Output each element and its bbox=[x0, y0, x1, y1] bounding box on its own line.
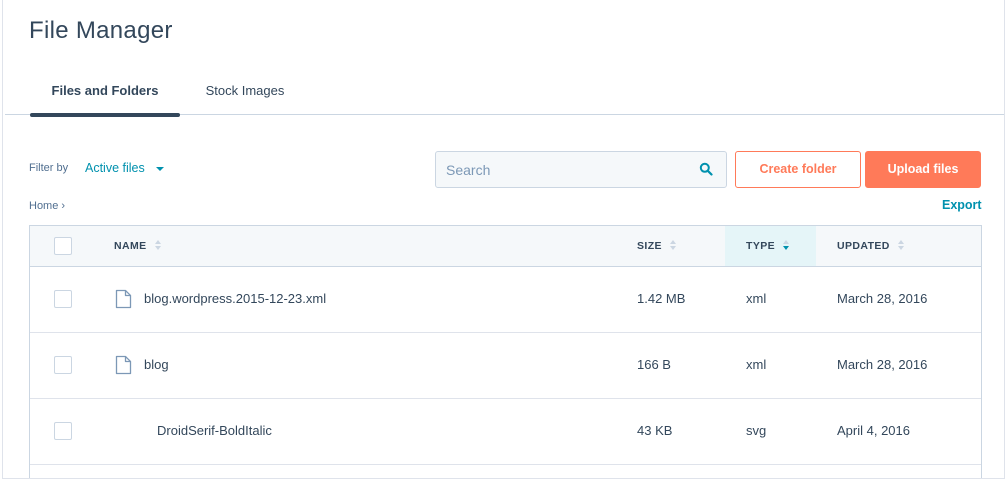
file-size: 1.42 MB bbox=[637, 291, 686, 306]
tab-stock-images[interactable]: Stock Images bbox=[195, 70, 295, 115]
file-updated: March 28, 2016 bbox=[837, 357, 928, 372]
export-link[interactable]: Export bbox=[942, 198, 982, 212]
create-folder-button[interactable]: Create folder bbox=[735, 151, 861, 188]
column-label: NAME bbox=[114, 240, 147, 252]
sort-desc-icon bbox=[783, 240, 790, 251]
file-icon bbox=[115, 289, 132, 309]
table-row[interactable]: blog 166 B xml March 28, 2016 bbox=[30, 333, 981, 399]
sort-icon bbox=[898, 240, 905, 251]
tab-bar: Files and Folders Stock Images bbox=[5, 70, 1004, 117]
files-table: NAME SIZE TYPE UPDATED blog.wordpress.20… bbox=[29, 225, 982, 478]
row-checkbox[interactable] bbox=[54, 290, 72, 308]
file-updated: April 4, 2016 bbox=[837, 423, 910, 438]
tab-files-and-folders[interactable]: Files and Folders bbox=[30, 70, 180, 117]
file-icon bbox=[115, 355, 132, 375]
filter-label: Filter by bbox=[29, 162, 69, 174]
file-type: xml bbox=[746, 357, 767, 372]
file-name[interactable]: blog.wordpress.2015-12-23.xml bbox=[144, 291, 326, 306]
file-type: xml bbox=[746, 291, 767, 306]
file-manager-window: File Manager Files and Folders Stock Ima… bbox=[2, 0, 1005, 479]
upload-files-button[interactable]: Upload files bbox=[865, 151, 981, 188]
search-input[interactable] bbox=[435, 151, 727, 188]
file-size: 166 B bbox=[637, 357, 671, 372]
sort-icon bbox=[154, 240, 161, 251]
column-header-updated[interactable]: UPDATED bbox=[837, 226, 957, 266]
filter-dropdown[interactable]: Active files bbox=[85, 161, 145, 175]
column-header-type[interactable]: TYPE bbox=[725, 226, 816, 266]
chevron-down-icon[interactable] bbox=[156, 167, 164, 171]
table-row[interactable]: DroidSerif-BoldItalic 43 KB svg April 4,… bbox=[30, 399, 981, 465]
file-updated: March 28, 2016 bbox=[837, 291, 928, 306]
select-all-checkbox[interactable] bbox=[54, 237, 72, 255]
file-name[interactable]: blog bbox=[144, 357, 169, 372]
sort-icon bbox=[670, 240, 677, 251]
page-title: File Manager bbox=[29, 17, 173, 44]
row-checkbox[interactable] bbox=[54, 422, 72, 440]
search-icon[interactable] bbox=[699, 162, 713, 176]
column-label: SIZE bbox=[637, 240, 662, 252]
file-type: svg bbox=[746, 423, 767, 438]
table-header: NAME SIZE TYPE UPDATED bbox=[30, 226, 981, 267]
column-label: TYPE bbox=[746, 240, 776, 252]
column-header-name[interactable]: NAME bbox=[114, 226, 314, 266]
column-label: UPDATED bbox=[837, 240, 890, 252]
row-checkbox[interactable] bbox=[54, 356, 72, 374]
file-size: 43 KB bbox=[637, 423, 673, 438]
table-row[interactable]: blog.wordpress.2015-12-23.xml 1.42 MB xm… bbox=[30, 267, 981, 333]
breadcrumb-home[interactable]: Home › bbox=[29, 200, 65, 212]
file-name[interactable]: DroidSerif-BoldItalic bbox=[157, 423, 272, 438]
column-header-size[interactable]: SIZE bbox=[637, 226, 717, 266]
table-row-partial bbox=[30, 465, 981, 478]
